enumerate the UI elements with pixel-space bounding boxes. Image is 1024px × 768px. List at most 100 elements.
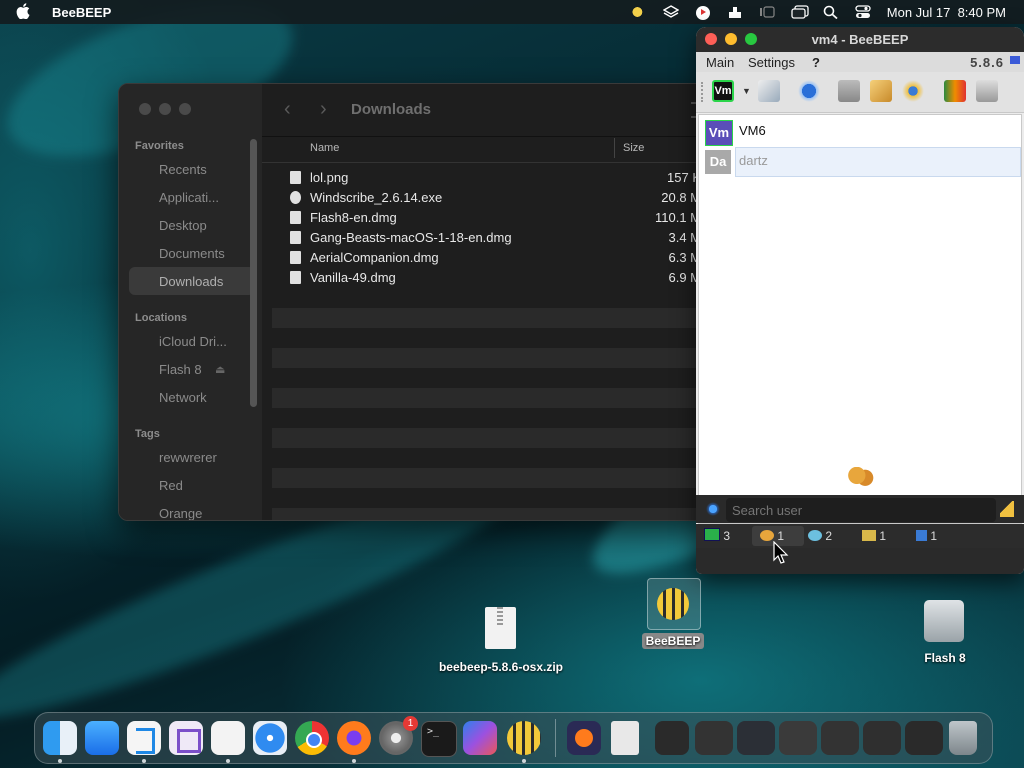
tab-count: 1 (879, 529, 887, 543)
menu-help[interactable]: ? (812, 55, 820, 70)
clear-search-icon[interactable] (1000, 501, 1014, 517)
finder-window: Favorites Recents Applicati... Desktop D… (118, 83, 710, 521)
firefox-download-icon[interactable] (567, 721, 601, 755)
tab-files[interactable]: 1 (916, 526, 956, 546)
window-icon[interactable] (791, 5, 809, 19)
file-row[interactable]: Flash8-en.dmg 110.1 M (262, 208, 709, 228)
eject-icon[interactable]: ⏏ (215, 363, 225, 376)
my-avatar-button[interactable]: Vm (712, 80, 734, 102)
beebeep-desktop-item[interactable]: BeeBEEP (640, 578, 706, 650)
trash-icon[interactable] (976, 80, 998, 102)
column-name[interactable]: Name (310, 142, 339, 154)
search-input[interactable] (726, 498, 996, 522)
firefox-mark (575, 729, 593, 747)
minimized-window-thumbnail[interactable] (863, 721, 901, 755)
share-icon[interactable] (944, 80, 966, 102)
tab-chats[interactable]: 3 (704, 526, 744, 546)
file-row[interactable]: lol.png 157 K (262, 168, 709, 188)
plugins-icon[interactable] (902, 80, 924, 102)
dock-separator (555, 719, 556, 757)
minimize-button[interactable] (159, 103, 171, 115)
chrome-icon[interactable] (295, 721, 329, 755)
file-transfer-icon (916, 530, 927, 541)
document-icon[interactable] (611, 721, 639, 755)
search-bar (696, 495, 1024, 523)
sidebar-tag-orange[interactable]: Orange (159, 506, 202, 520)
exe-file-icon (290, 191, 301, 204)
minimized-window-thumbnail[interactable] (737, 721, 775, 755)
sidebar-item-flash8[interactable]: Flash 8 (159, 362, 202, 377)
zoom-button[interactable] (745, 33, 757, 45)
tab-groups[interactable]: 2 (808, 526, 848, 546)
control-center-icon[interactable] (855, 5, 871, 19)
dmg-file-icon (290, 231, 301, 244)
edit-profile-icon[interactable] (758, 80, 780, 102)
finder-icon[interactable] (43, 721, 77, 755)
zip-file-desktop-item[interactable]: beebeep-5.8.6-osx.zip (430, 604, 572, 676)
apple-menu-icon[interactable] (16, 2, 34, 22)
back-button[interactable]: ‹ (284, 98, 291, 121)
app-store-icon[interactable] (85, 721, 119, 755)
sidebar-item-documents[interactable]: Documents (159, 246, 225, 261)
usb-status-icon[interactable] (727, 5, 743, 19)
search-icon[interactable] (823, 5, 839, 20)
menu-main[interactable]: Main (706, 55, 734, 70)
firefox-icon[interactable] (337, 721, 371, 755)
safari-icon[interactable] (253, 721, 287, 755)
user-row[interactable]: Vm VM6 (701, 117, 1021, 146)
sidebar-scrollbar[interactable] (250, 139, 257, 407)
tab-network[interactable]: 1 (862, 526, 902, 546)
file-row[interactable]: AerialCompanion.dmg 6.3 M (262, 248, 709, 268)
minimized-window-thumbnail[interactable] (655, 721, 689, 755)
settings-icon[interactable] (706, 502, 720, 516)
zoom-button[interactable] (179, 103, 191, 115)
user-row[interactable]: Da dartz (701, 147, 1021, 177)
inbox-icon[interactable] (838, 80, 860, 102)
sidebar-item-icloud[interactable]: iCloud Dri... (159, 334, 227, 349)
sidebar-tag-red[interactable]: Red (159, 478, 183, 493)
trash-icon[interactable] (949, 721, 977, 755)
flag-status-icon[interactable] (695, 5, 711, 20)
minimized-window-thumbnail[interactable] (779, 721, 817, 755)
sidebar-item-desktop[interactable]: Desktop (159, 218, 207, 233)
active-app-name[interactable]: BeeBEEP (52, 5, 111, 20)
beebeep-status-icon[interactable] (630, 5, 647, 19)
flash8-drive-item[interactable]: Flash 8 (910, 596, 980, 666)
minimized-window-thumbnail[interactable] (821, 721, 859, 755)
file-row[interactable]: Windscribe_2.6.14.exe 20.8 M (262, 188, 709, 208)
minimized-window-thumbnail[interactable] (905, 721, 943, 755)
menu-bar: BeeBEEP Mon Jul 17 8:40 PM (0, 0, 1024, 24)
tab-count: 2 (825, 529, 833, 543)
vscode-icon[interactable] (127, 721, 161, 755)
file-row[interactable]: Vanilla-49.dmg 6.9 M (262, 268, 709, 288)
file-row[interactable]: Gang-Beasts-macOS-1-18-en.dmg 3.4 M (262, 228, 709, 248)
beebeep-statusbar (696, 548, 1024, 574)
shortcuts-icon[interactable] (463, 721, 497, 755)
minimized-window-thumbnail[interactable] (695, 721, 733, 755)
file-name: Gang-Beasts-macOS-1-18-en.dmg (310, 230, 512, 245)
column-size[interactable]: Size (623, 142, 644, 154)
sidebar-item-downloads[interactable]: Downloads (159, 274, 223, 289)
column-divider (614, 138, 615, 158)
compose-icon[interactable] (870, 80, 892, 102)
sidebar-item-applications[interactable]: Applicati... (159, 190, 219, 205)
menubar-clock[interactable]: Mon Jul 17 8:40 PM (887, 5, 1006, 20)
chevron-down-icon[interactable]: ▼ (742, 86, 751, 96)
network-icon[interactable] (798, 80, 820, 102)
close-button[interactable] (705, 33, 717, 45)
sidebar-item-network[interactable]: Network (159, 390, 207, 405)
stage-manager-icon[interactable] (759, 5, 775, 19)
layers-icon[interactable] (662, 5, 680, 19)
beebeep-dock-icon[interactable] (507, 721, 541, 755)
textedit-icon[interactable] (211, 721, 245, 755)
row-selection (735, 147, 1021, 177)
menu-settings[interactable]: Settings (748, 55, 795, 70)
minimize-button[interactable] (725, 33, 737, 45)
terminal-icon[interactable]: >_ (421, 721, 457, 757)
view-tabs: 3 1 2 1 1 (696, 524, 1024, 548)
visual-studio-icon[interactable] (169, 721, 203, 755)
close-button[interactable] (139, 103, 151, 115)
forward-button[interactable]: › (320, 98, 327, 121)
sidebar-tag-rewwrerer[interactable]: rewwrerer (159, 450, 217, 465)
sidebar-item-recents[interactable]: Recents (159, 162, 207, 177)
